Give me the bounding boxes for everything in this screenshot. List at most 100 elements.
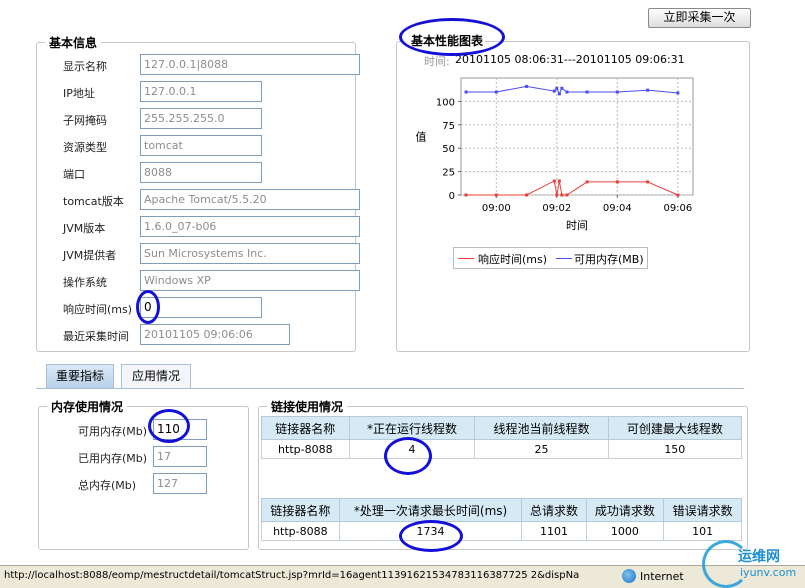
table-cell: 1734: [338, 521, 523, 541]
data-point: [494, 90, 498, 94]
table-cell: 25: [474, 439, 609, 459]
watermark-text: 运维网: [738, 549, 780, 565]
table-cell: 4: [348, 439, 476, 459]
memory-title: 内存使用情况: [51, 400, 124, 414]
x-axis-label: 时间: [566, 219, 588, 232]
globe-icon: [622, 569, 636, 583]
data-point: [565, 193, 569, 197]
x-tick-label: 09:04: [603, 203, 632, 214]
legend-swatch-response: [458, 258, 474, 259]
table-cell: 1101: [521, 521, 587, 541]
memory-field[interactable]: 127: [153, 473, 207, 494]
data-point: [565, 90, 569, 94]
basic-info-field[interactable]: 255.255.255.0: [140, 108, 262, 129]
data-point: [615, 180, 619, 184]
x-tick-label: 09:00: [482, 203, 511, 214]
data-point: [676, 193, 680, 197]
basic-info-field[interactable]: Sun Microsystems Inc.: [140, 243, 360, 264]
data-point: [557, 179, 561, 183]
data-point: [525, 84, 529, 88]
basic-info-field[interactable]: 127.0.0.1: [140, 81, 262, 102]
basic-info-label: 端口: [63, 168, 85, 181]
data-point: [585, 180, 589, 184]
table-header: 链接器名称: [261, 498, 340, 522]
memory-field[interactable]: 17: [153, 446, 207, 467]
data-point: [552, 179, 556, 183]
data-point: [555, 86, 559, 90]
tab-app-status[interactable]: 应用情况: [121, 364, 191, 388]
collect-now-button[interactable]: 立即采集一次: [648, 8, 751, 28]
legend-label-response: 响应时间(ms): [478, 253, 548, 266]
table-cell: 1000: [585, 521, 665, 541]
memory-label: 可用内存(Mb): [78, 425, 148, 438]
tab-key-metrics[interactable]: 重要指标: [46, 364, 114, 388]
watermark-url: iyunv.com: [740, 566, 797, 579]
basic-info-label: JVM提供者: [63, 249, 117, 262]
table-header: 链接器名称: [261, 416, 350, 440]
y-tick-label: 50: [442, 144, 455, 155]
data-point: [560, 86, 564, 90]
time-prefix: 时间:: [424, 55, 450, 68]
running-threads-table: 链接器名称 *正在运行线程数 线程池当前线程数 可创建最大线程数 http-80…: [261, 416, 743, 459]
basic-info-label: 子网掩码: [63, 114, 107, 127]
data-point: [585, 90, 589, 94]
table-cell: http-8088: [261, 521, 340, 541]
basic-info-label: 显示名称: [63, 60, 107, 73]
status-url: http://localhost:8088/eomp/mestructdetai…: [4, 570, 580, 581]
data-point: [464, 193, 468, 197]
status-bar: http://localhost:8088/eomp/mestructdetai…: [0, 565, 805, 588]
basic-info-label: 响应时间(ms): [63, 303, 133, 316]
tab-strip-line: [36, 388, 744, 389]
basic-info-field[interactable]: 127.0.0.1|8088: [140, 54, 360, 75]
table-header: 成功请求数: [585, 498, 665, 522]
basic-info-title: 基本信息: [49, 36, 98, 50]
x-tick-label: 09:06: [663, 203, 692, 214]
data-point: [525, 193, 529, 197]
legend-label-memory: 可用内存(MB): [574, 253, 644, 266]
status-zone: Internet: [640, 570, 684, 583]
basic-info-label: JVM版本: [63, 222, 106, 235]
table-header: 线程池当前线程数: [474, 416, 609, 440]
basic-info-field[interactable]: Windows XP: [140, 270, 360, 291]
basic-info-label: tomcat版本: [63, 195, 124, 208]
table-header-row: 链接器名称 *处理一次请求最长时间(ms) 总请求数 成功请求数 错误请求数: [261, 498, 742, 522]
y-tick-label: 100: [436, 97, 455, 108]
memory-field[interactable]: 110: [153, 419, 207, 440]
data-point: [646, 180, 650, 184]
y-axis-label: 值: [416, 131, 427, 144]
memory-label: 已用内存(Mb): [78, 452, 148, 465]
basic-info-field[interactable]: 1.6.0_07-b06: [140, 216, 360, 237]
data-point: [646, 88, 650, 92]
data-point: [494, 193, 498, 197]
memory-group: 内存使用情况: [38, 398, 249, 550]
table-header: 总请求数: [521, 498, 587, 522]
performance-line-chart: 0 25 50 75 100 09:00 09:02 09:04 09:06 时间 值: [416, 77, 694, 232]
basic-info-field[interactable]: tomcat: [140, 135, 262, 156]
table-header: *处理一次请求最长时间(ms): [338, 498, 523, 522]
table-row: http-8088 1734 1101 1000 101: [261, 521, 742, 541]
request-time-table: 链接器名称 *处理一次请求最长时间(ms) 总请求数 成功请求数 错误请求数 h…: [261, 498, 742, 541]
y-tick-label: 75: [442, 121, 455, 132]
data-point: [464, 90, 468, 94]
data-point: [557, 92, 561, 96]
chart-legend: 响应时间(ms) 可用内存(MB): [453, 247, 648, 269]
table-header: *正在运行线程数: [348, 416, 476, 440]
legend-swatch-memory: [556, 258, 572, 259]
connector-title: 链接使用情况: [271, 400, 344, 414]
basic-info-label: 资源类型: [63, 141, 107, 154]
plot-area: [460, 77, 694, 196]
data-point: [676, 91, 680, 95]
table-header-row: 链接器名称 *正在运行线程数 线程池当前线程数 可创建最大线程数: [261, 416, 743, 440]
table-cell: http-8088: [261, 439, 350, 459]
basic-info-field[interactable]: 0: [140, 297, 262, 318]
data-point: [560, 193, 564, 197]
y-tick-label: 25: [442, 168, 455, 179]
table-cell: 101: [663, 521, 742, 541]
basic-info-label: 操作系统: [63, 276, 107, 289]
table-header: 错误请求数: [663, 498, 742, 522]
basic-info-field[interactable]: 8088: [140, 162, 262, 183]
table-cell: 150: [607, 439, 743, 459]
basic-info-field[interactable]: Apache Tomcat/5.5.20: [140, 189, 360, 210]
memory-label: 总内存(Mb): [78, 479, 137, 492]
basic-info-field[interactable]: 20101105 09:06:06: [140, 324, 290, 345]
